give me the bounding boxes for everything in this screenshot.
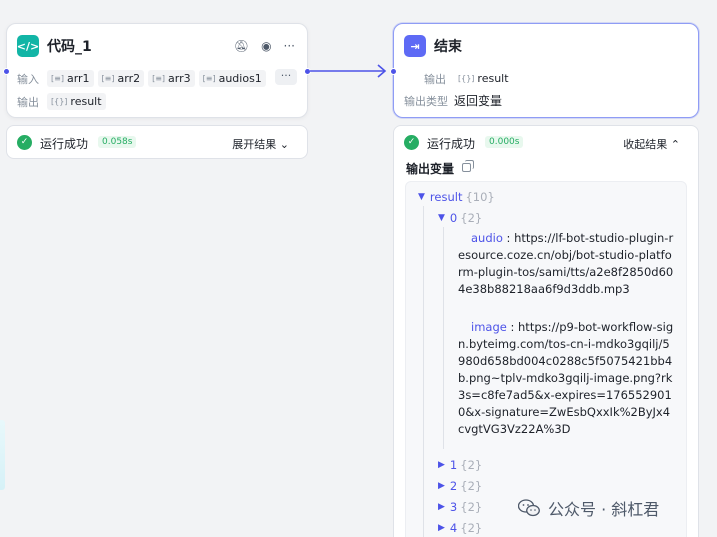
- tree-node-result[interactable]: ▼ result {10}: [418, 190, 495, 204]
- tree-node-item[interactable]: ▶ 1 {2}: [438, 458, 482, 472]
- edge-connector[interactable]: [310, 60, 394, 82]
- code-inputs-row: 输入 [≡] arr1 [≡] arr2 [≡] arr3 [≡] audios1: [17, 70, 270, 87]
- array-icon: [≡]: [152, 74, 166, 83]
- object-icon: [{}]: [458, 74, 475, 83]
- time-badge: 0.000s: [485, 136, 524, 148]
- array-icon: [≡]: [202, 74, 216, 83]
- code-node-actions: 🔕︎ ◉ ···: [234, 40, 295, 52]
- exit-icon: ⇥: [404, 35, 426, 57]
- end-run-status: ✓ 运行成功 0.000s 收起结果 ⌃ 输出变量 ▼ result {10} …: [393, 125, 699, 537]
- output-variables-title: 输出变量: [406, 162, 455, 176]
- input-port[interactable]: [390, 68, 397, 75]
- caret-down-icon[interactable]: ▼: [418, 192, 425, 202]
- watermark-text: 公众号 · 斜杠君: [548, 500, 660, 519]
- more-icon[interactable]: ···: [284, 40, 295, 52]
- check-circle-icon: ✓: [17, 135, 32, 150]
- array-icon: [≡]: [51, 74, 64, 83]
- tree-node-item[interactable]: ▶ 2 {2}: [438, 479, 482, 493]
- output-chip[interactable]: [{}] result: [47, 93, 106, 110]
- output-label: 输出: [17, 95, 39, 109]
- input-chip[interactable]: [≡] arr3: [148, 70, 195, 87]
- input-chip[interactable]: [≡] arr1: [47, 70, 94, 87]
- tree-node-item[interactable]: ▶ 4 {2}: [438, 521, 482, 535]
- workflow-canvas[interactable]: </> 代码_1 🔕︎ ◉ ··· 输入 [≡] arr1 [≡] arr2 [≡]…: [0, 0, 717, 537]
- wechat-icon: [518, 499, 540, 517]
- code-run-status: ✓ 运行成功 0.058s 展开结果 ⌄: [6, 125, 308, 159]
- caret-right-icon[interactable]: ▶: [438, 460, 445, 470]
- code-node-title: 代码_1: [47, 39, 92, 55]
- object-icon: [{}]: [51, 97, 68, 106]
- expand-results-button[interactable]: 展开结果 ⌄: [232, 136, 289, 152]
- collapse-results-button[interactable]: 收起结果 ⌃: [623, 136, 680, 152]
- code-node[interactable]: </> 代码_1 🔕︎ ◉ ··· 输入 [≡] arr1 [≡] arr2 [≡]…: [3, 23, 311, 118]
- output-chip[interactable]: [{}] result: [454, 70, 513, 87]
- end-node-header: ⇥ 结束: [404, 35, 462, 57]
- check-circle-icon: ✓: [404, 135, 419, 150]
- result-json-tree: ▼ result {10} ▼ 0 {2} audio : https://lf…: [405, 181, 687, 537]
- tree-node-item[interactable]: ▶ 3 {2}: [438, 500, 482, 514]
- status-text: 运行成功: [40, 137, 89, 151]
- tree-guide: [423, 206, 424, 537]
- copy-icon[interactable]: [462, 160, 474, 172]
- output-type-label: 输出类型: [404, 94, 448, 108]
- tree-guide: [443, 227, 444, 449]
- caret-down-icon[interactable]: ▼: [438, 213, 445, 223]
- array-icon: [≡]: [101, 74, 115, 83]
- code-node-header: </> 代码_1: [17, 35, 92, 57]
- tree-leaf-image: image : https://p9-bot-workflow-sign.byt…: [458, 320, 674, 436]
- end-node[interactable]: ⇥ 结束 输出 [{}] result 输出类型 返回变量: [390, 23, 699, 118]
- output-type-value: 返回变量: [454, 94, 503, 108]
- caret-right-icon[interactable]: ▶: [438, 481, 445, 491]
- partial-node-edge: [0, 420, 5, 490]
- watermark: 公众号 · 斜杠君: [518, 496, 659, 520]
- input-label: 输入: [17, 72, 39, 86]
- code-brackets-icon: </>: [17, 35, 39, 57]
- output-label: 输出: [424, 72, 446, 86]
- bell-off-icon[interactable]: 🔕︎: [234, 40, 249, 52]
- input-port[interactable]: [3, 68, 10, 75]
- code-output-row: 输出 [{}] result: [17, 93, 110, 110]
- input-chip[interactable]: [≡] arr2: [97, 70, 145, 87]
- caret-right-icon[interactable]: ▶: [438, 502, 445, 512]
- run-icon[interactable]: ◉: [261, 40, 271, 52]
- input-chip[interactable]: [≡] audios1: [198, 70, 266, 87]
- status-text: 运行成功: [427, 137, 476, 151]
- end-output-row: 输出 [{}] result: [424, 70, 517, 87]
- end-output-type-row: 输出类型 返回变量: [404, 92, 502, 109]
- caret-right-icon[interactable]: ▶: [438, 523, 445, 533]
- tree-leaf-audio: audio : https://lf-bot-studio-plugin-res…: [458, 231, 674, 296]
- more-inputs-button[interactable]: ···: [275, 69, 297, 85]
- time-badge: 0.058s: [98, 136, 137, 148]
- end-node-title: 结束: [434, 39, 462, 55]
- tree-node-item[interactable]: ▼ 0 {2}: [438, 211, 482, 225]
